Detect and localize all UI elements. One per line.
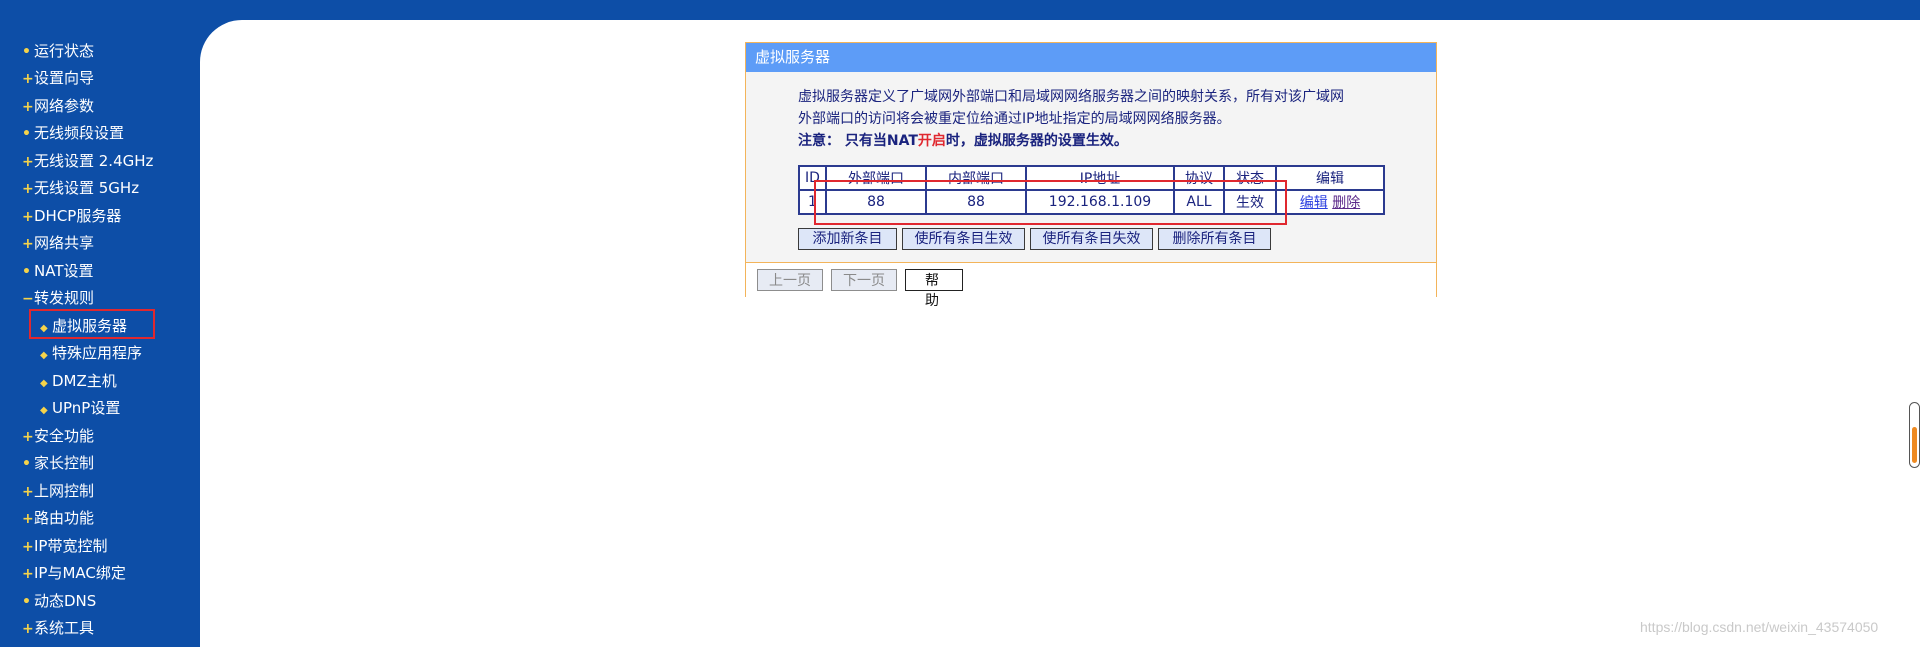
bullet-icon: •	[22, 456, 31, 472]
note-prefix: 注意： 只有当NAT	[798, 133, 918, 149]
note-suffix: 时，虚拟服务器的设置生效。	[945, 133, 1128, 149]
sidebar-item-sharing[interactable]: +网络共享	[22, 232, 94, 253]
sidebar-item-label: 安全功能	[34, 427, 95, 445]
selected-item-highlight	[29, 309, 155, 339]
note-highlight: 开启	[917, 133, 946, 149]
sidebar-item-label: 上网控制	[34, 482, 95, 500]
diamond-bullet-icon: ◆	[40, 405, 48, 416]
sidebar-item-label: 网络共享	[34, 234, 95, 252]
virtual-server-panel: 虚拟服务器 虚拟服务器定义了广域网外部端口和局域网网络服务器之间的映射关系，所有…	[745, 42, 1437, 309]
expand-icon: +	[22, 154, 34, 170]
sidebar-item-label: 转发规则	[34, 289, 95, 307]
watermark: https://blog.csdn.net/weixin_43574050	[1640, 619, 1879, 635]
expand-icon: +	[22, 181, 34, 197]
sidebar-item-status[interactable]: • 运行状态	[22, 40, 94, 61]
help-button[interactable]: 帮 助	[905, 269, 963, 309]
sidebar-item-upnp[interactable]: ◆ UPnP设置	[40, 397, 120, 418]
bullet-icon: •	[22, 264, 31, 280]
diamond-bullet-icon: ◆	[40, 378, 48, 389]
sidebar-item-bandwidth[interactable]: +IP带宽控制	[22, 535, 107, 556]
expand-icon: +	[22, 484, 34, 500]
sidebar-item-nat[interactable]: • NAT设置	[22, 260, 93, 281]
delete-link[interactable]: 删除	[1332, 195, 1360, 211]
sidebar-item-label: 设置向导	[34, 69, 95, 87]
sidebar-item-special-apps[interactable]: ◆ 特殊应用程序	[40, 342, 142, 363]
sidebar-item-label: 系统工具	[34, 619, 95, 637]
sidebar-item-label: DHCP服务器	[34, 207, 122, 225]
expand-icon: +	[22, 511, 34, 527]
top-banner	[0, 0, 1920, 20]
sidebar-item-network[interactable]: +网络参数	[22, 95, 94, 116]
sidebar-item-label: 特殊应用程序	[52, 344, 143, 362]
sidebar-item-ip-mac[interactable]: +IP与MAC绑定	[22, 562, 126, 583]
sidebar-item-label: 运行状态	[34, 42, 95, 60]
sidebar-item-wireless-24[interactable]: +无线设置 2.4GHz	[22, 150, 153, 171]
sidebar-item-label: 无线设置 5GHz	[34, 179, 140, 197]
scrollbar-thumb[interactable]	[1912, 427, 1917, 463]
edit-link[interactable]: 编辑	[1300, 195, 1328, 211]
annotation-highlight	[814, 180, 1287, 225]
sidebar-item-label: UPnP设置	[52, 399, 121, 417]
sidebar-item-label: DMZ主机	[52, 372, 117, 390]
sidebar-item-wireless-band[interactable]: • 无线频段设置	[22, 122, 124, 143]
sidebar-item-routing[interactable]: +路由功能	[22, 507, 94, 528]
sidebar-item-label: 路由功能	[34, 509, 95, 527]
expand-icon: +	[22, 539, 34, 555]
collapse-icon: −	[22, 291, 34, 307]
sidebar-item-parental[interactable]: • 家长控制	[22, 452, 94, 473]
expand-icon: +	[22, 71, 34, 87]
panel-footer: 上一页 下一页 帮 助	[746, 262, 1436, 309]
disable-all-button[interactable]: 使所有条目失效	[1030, 228, 1153, 250]
bullet-icon: •	[22, 126, 31, 142]
bullet-icon: •	[22, 44, 31, 60]
sidebar-item-label: 网络参数	[34, 97, 95, 115]
col-edit: 编辑	[1275, 165, 1385, 191]
sidebar-item-label: 无线频段设置	[34, 124, 125, 142]
sidebar-item-label: IP与MAC绑定	[34, 564, 126, 582]
sidebar-item-setup-wizard[interactable]: +设置向导	[22, 67, 94, 88]
panel-body: 虚拟服务器定义了广域网外部端口和局域网网络服务器之间的映射关系，所有对该广域网 …	[746, 72, 1436, 262]
description-line-1: 虚拟服务器定义了广域网外部端口和局域网网络服务器之间的映射关系，所有对该广域网	[798, 89, 1344, 105]
sidebar-item-dhcp[interactable]: +DHCP服务器	[22, 205, 121, 226]
panel-title: 虚拟服务器	[746, 43, 1436, 72]
expand-icon: +	[22, 621, 34, 637]
scrollbar[interactable]	[1909, 402, 1920, 468]
expand-icon: +	[22, 209, 34, 225]
diamond-bullet-icon: ◆	[40, 350, 48, 361]
prev-page-button[interactable]: 上一页	[757, 269, 823, 291]
sidebar-item-access-control[interactable]: +上网控制	[22, 480, 94, 501]
note: 注意： 只有当NAT开启时，虚拟服务器的设置生效。	[798, 130, 1128, 150]
sidebar-item-wireless-5[interactable]: +无线设置 5GHz	[22, 177, 139, 198]
next-page-button[interactable]: 下一页	[831, 269, 897, 291]
sidebar-item-security[interactable]: +安全功能	[22, 425, 94, 446]
sidebar-item-label: NAT设置	[34, 262, 94, 280]
bullet-icon: •	[22, 594, 31, 610]
expand-icon: +	[22, 236, 34, 252]
add-entry-button[interactable]: 添加新条目	[798, 228, 897, 250]
sidebar-item-dmz[interactable]: ◆ DMZ主机	[40, 370, 117, 391]
description-line-2: 外部端口的访问将会被重定位给通过IP地址指定的局域网网络服务器。	[798, 111, 1231, 127]
sidebar-item-label: 动态DNS	[34, 592, 97, 610]
enable-all-button[interactable]: 使所有条目生效	[902, 228, 1025, 250]
description: 虚拟服务器定义了广域网外部端口和局域网网络服务器之间的映射关系，所有对该广域网 …	[798, 86, 1398, 130]
sidebar-item-ddns[interactable]: • 动态DNS	[22, 590, 96, 611]
sidebar-item-label: 家长控制	[34, 454, 95, 472]
expand-icon: +	[22, 566, 34, 582]
cell-edit: 编辑 删除	[1275, 189, 1385, 215]
sidebar-item-system-tools[interactable]: +系统工具	[22, 617, 94, 638]
sidebar-item-label: 无线设置 2.4GHz	[34, 152, 154, 170]
sidebar-item-label: IP带宽控制	[34, 537, 108, 555]
delete-all-button[interactable]: 删除所有条目	[1158, 228, 1271, 250]
expand-icon: +	[22, 99, 34, 115]
expand-icon: +	[22, 429, 34, 445]
sidebar-item-forwarding[interactable]: −转发规则	[22, 287, 94, 308]
